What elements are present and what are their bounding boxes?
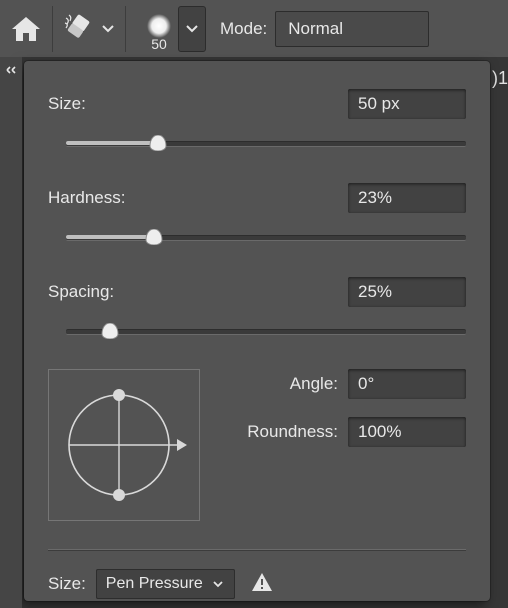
angle-roundness-block: Angle: 0° Roundness: 100% [48, 369, 466, 521]
chevron-down-icon[interactable] [101, 22, 115, 36]
brush-preset-dropdown[interactable] [178, 6, 206, 52]
size-input[interactable]: 50 px [348, 89, 466, 119]
slider-thumb-icon[interactable] [101, 323, 119, 339]
top-toolbar: 50 Mode: Normal [0, 0, 508, 57]
hardness-label: Hardness: [48, 188, 125, 208]
brush-tool-slot[interactable] [63, 12, 115, 46]
spacing-input[interactable]: 25% [348, 277, 466, 307]
mode-value: Normal [288, 19, 343, 39]
slider-thumb-icon[interactable] [149, 135, 167, 151]
angle-input[interactable]: 0° [348, 369, 466, 399]
toolbar-divider [52, 6, 53, 52]
panel-expander[interactable] [0, 57, 22, 83]
angle-label: Angle: [290, 374, 338, 394]
background-text: )1 [492, 68, 508, 89]
spacing-slider[interactable] [66, 329, 466, 335]
left-tool-strip [0, 83, 22, 608]
slider-thumb-icon[interactable] [145, 229, 163, 245]
toolbar-divider [125, 6, 126, 52]
dynamics-row: Size: Pen Pressure [48, 569, 466, 599]
chevron-down-icon [211, 577, 225, 591]
panel-divider [48, 549, 466, 551]
warning-icon [251, 572, 273, 596]
hardness-slider[interactable] [66, 235, 466, 241]
brush-size-number: 50 [151, 37, 167, 51]
mode-label: Mode: [220, 19, 267, 39]
spacing-label: Spacing: [48, 282, 114, 302]
hardness-input[interactable]: 23% [348, 183, 466, 213]
roundness-input[interactable]: 100% [348, 417, 466, 447]
mode-select[interactable]: Normal [275, 11, 429, 47]
size-row: Size: 50 px [48, 89, 466, 119]
hardness-row: Hardness: 23% [48, 183, 466, 213]
size-label: Size: [48, 94, 86, 114]
spacing-row: Spacing: 25% [48, 277, 466, 307]
dynamics-value: Pen Pressure [106, 575, 203, 593]
home-icon[interactable] [10, 15, 42, 43]
dynamics-select[interactable]: Pen Pressure [96, 569, 235, 599]
brush-settings-panel: Size: 50 px Hardness: 23% Spacing: 25% [24, 61, 490, 601]
angle-preview[interactable] [48, 369, 200, 521]
brush-preview[interactable]: 50 [144, 7, 174, 51]
roundness-label: Roundness: [247, 422, 338, 442]
dynamics-label: Size: [48, 574, 86, 594]
size-slider[interactable] [66, 141, 466, 147]
eraser-icon [63, 12, 93, 46]
